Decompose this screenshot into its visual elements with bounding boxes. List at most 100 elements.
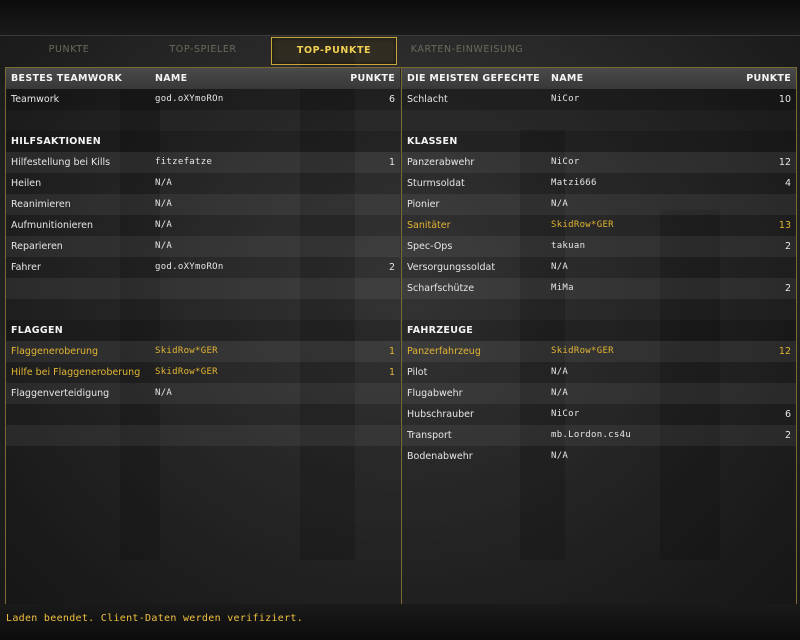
- row-player: N/A: [551, 388, 569, 398]
- table-row[interactable]: Hilfestellung bei Kills fitzefatze 1: [6, 152, 400, 173]
- row-category: Spec-Ops: [407, 241, 453, 252]
- table-header: DIE MEISTEN GEFECHTE NAME PUNKTE: [402, 68, 796, 89]
- row-points: 6: [784, 409, 791, 420]
- row-player: MiMa: [551, 283, 574, 293]
- section-title: FLAGGEN: [6, 320, 400, 341]
- table-row[interactable]: Fahrer god.oXYmoROn 2: [6, 257, 400, 278]
- table-row[interactable]: Panzerabwehr NiCor 12: [402, 152, 796, 173]
- header-category: BESTES TEAMWORK: [11, 73, 123, 84]
- row-category: Flaggenverteidigung: [11, 388, 110, 399]
- row-player: god.oXYmoROn: [155, 94, 224, 104]
- row-category: Sanitäter: [407, 220, 451, 231]
- table-row[interactable]: Transport mb.Lordon.cs4u 2: [402, 425, 796, 446]
- table-row[interactable]: Schlacht NiCor 10: [402, 89, 796, 110]
- status-bar: Laden beendet. Client-Daten werden verif…: [0, 604, 800, 640]
- row-category: Reparieren: [11, 241, 63, 252]
- row-player: SkidRow*GER: [155, 346, 218, 356]
- row-points: 6: [388, 94, 395, 105]
- row-category: Transport: [407, 430, 452, 441]
- table-row[interactable]: Bodenabwehr N/A: [402, 446, 796, 467]
- row-category: Reanimieren: [11, 199, 71, 210]
- row-category: Versorgungssoldat: [407, 262, 496, 273]
- row-category: Pionier: [407, 199, 440, 210]
- tab-karten-einweisung[interactable]: KARTEN-EINWEISUNG: [400, 37, 534, 63]
- row-points: 10: [778, 94, 791, 105]
- row-category: Fahrer: [11, 262, 41, 273]
- table-row[interactable]: Aufmunitionieren N/A: [6, 215, 400, 236]
- row-points: 12: [778, 157, 791, 168]
- table-row[interactable]: Spec-Ops takuan 2: [402, 236, 796, 257]
- table-row[interactable]: Versorgungssoldat N/A: [402, 257, 796, 278]
- row-category: Flaggeneroberung: [11, 346, 99, 357]
- row-player: SkidRow*GER: [551, 220, 614, 230]
- row-player: N/A: [155, 241, 173, 251]
- row-points: 4: [784, 178, 791, 189]
- row-player: NiCor: [551, 409, 580, 419]
- header-points: PUNKTE: [746, 73, 791, 84]
- table-row[interactable]: Pilot N/A: [402, 362, 796, 383]
- table-row[interactable]: Hilfe bei Flaggeneroberung SkidRow*GER 1: [6, 362, 400, 383]
- tab-top-spieler[interactable]: TOP-SPIELER: [140, 37, 266, 63]
- row-player: N/A: [551, 451, 569, 461]
- table-row[interactable]: Sanitäter SkidRow*GER 13: [402, 215, 796, 236]
- header-points: PUNKTE: [350, 73, 395, 84]
- row-player: SkidRow*GER: [551, 346, 614, 356]
- table-row[interactable]: Flaggenverteidigung N/A: [6, 383, 400, 404]
- row-points: 2: [784, 430, 791, 441]
- row-category: Sturmsoldat: [407, 178, 465, 189]
- empty-row: [6, 425, 400, 446]
- row-category: Flugabwehr: [407, 388, 463, 399]
- table-row[interactable]: Flaggeneroberung SkidRow*GER 1: [6, 341, 400, 362]
- row-category: Bodenabwehr: [407, 451, 473, 462]
- tab-top-punkte[interactable]: TOP-PUNKTE: [271, 37, 397, 65]
- row-player: god.oXYmoROn: [155, 262, 224, 272]
- table-row[interactable]: Sturmsoldat Matzi666 4: [402, 173, 796, 194]
- row-player: N/A: [155, 220, 173, 230]
- row-player: NiCor: [551, 94, 580, 104]
- table-row[interactable]: Reparieren N/A: [6, 236, 400, 257]
- row-points: 13: [778, 220, 791, 231]
- top-bar: [0, 0, 800, 36]
- row-player: N/A: [551, 199, 569, 209]
- section-title: KLASSEN: [402, 131, 796, 152]
- row-category: Hilfestellung bei Kills: [11, 157, 111, 168]
- right-column: DIE MEISTEN GEFECHTE NAME PUNKTE Schlach…: [401, 68, 796, 604]
- row-category: Hilfe bei Flaggeneroberung: [11, 367, 141, 378]
- header-name: NAME: [551, 73, 584, 84]
- row-category: Panzerabwehr: [407, 157, 475, 168]
- row-category: Panzerfahrzeug: [407, 346, 481, 357]
- section-title: FAHRZEUGE: [402, 320, 796, 341]
- table-row[interactable]: Panzerfahrzeug SkidRow*GER 12: [402, 341, 796, 362]
- header-category: DIE MEISTEN GEFECHTE: [407, 73, 540, 84]
- status-message: Laden beendet. Client-Daten werden verif…: [6, 613, 304, 624]
- table-row[interactable]: Flugabwehr N/A: [402, 383, 796, 404]
- table-row[interactable]: Scharfschütze MiMa 2: [402, 278, 796, 299]
- left-column: BESTES TEAMWORK NAME PUNKTE Teamwork god…: [6, 68, 400, 604]
- table-row[interactable]: Teamwork god.oXYmoROn 6: [6, 89, 400, 110]
- table-row[interactable]: Pionier N/A: [402, 194, 796, 215]
- empty-row: [6, 278, 400, 299]
- row-category: Heilen: [11, 178, 42, 189]
- table-row[interactable]: Heilen N/A: [6, 173, 400, 194]
- row-points: 2: [784, 283, 791, 294]
- row-player: Matzi666: [551, 178, 597, 188]
- row-player: SkidRow*GER: [155, 367, 218, 377]
- row-points: 2: [388, 262, 395, 273]
- row-points: 2: [784, 241, 791, 252]
- table-row[interactable]: Hubschrauber NiCor 6: [402, 404, 796, 425]
- row-category: Schlacht: [407, 94, 448, 105]
- section-title: HILFSAKTIONEN: [6, 131, 400, 152]
- row-player: fitzefatze: [155, 157, 213, 167]
- row-category: Teamwork: [11, 94, 60, 105]
- row-points: 12: [778, 346, 791, 357]
- row-player: N/A: [155, 178, 173, 188]
- header-name: NAME: [155, 73, 188, 84]
- row-points: 1: [388, 157, 395, 168]
- row-player: takuan: [551, 241, 586, 251]
- row-category: Pilot: [407, 367, 428, 378]
- stats-panel: BESTES TEAMWORK NAME PUNKTE Teamwork god…: [5, 67, 797, 605]
- tab-punkte[interactable]: PUNKTE: [28, 37, 110, 63]
- table-row[interactable]: Reanimieren N/A: [6, 194, 400, 215]
- row-player: NiCor: [551, 157, 580, 167]
- row-player: N/A: [551, 367, 569, 377]
